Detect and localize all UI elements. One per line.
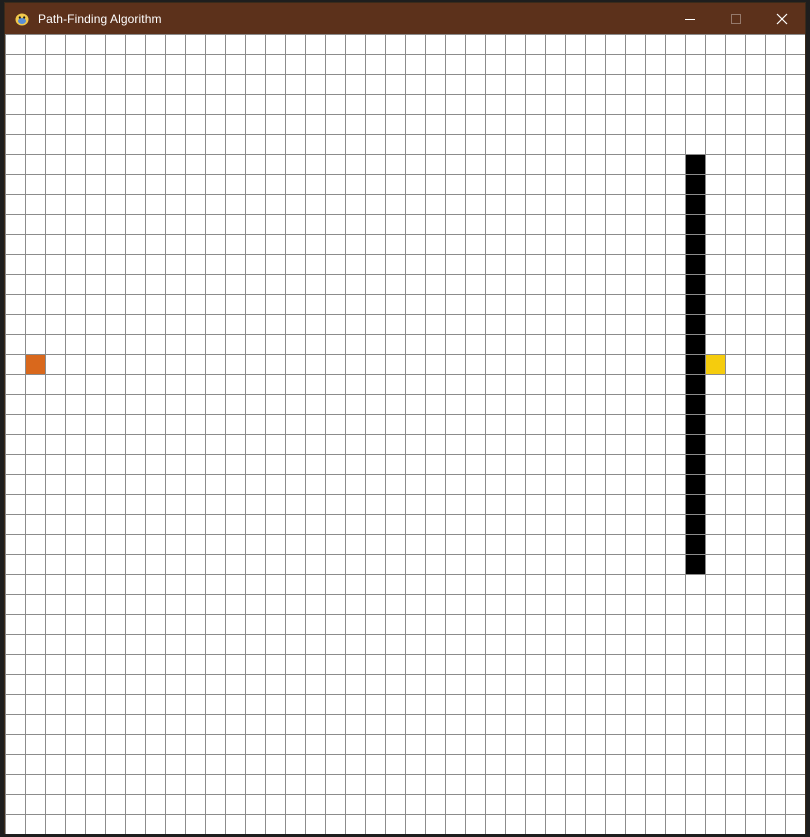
barrier-cell[interactable] [686,375,705,394]
barrier-cell[interactable] [686,255,705,274]
minimize-button[interactable] [667,3,713,34]
app-window: Path-Finding Algorithm [4,2,806,834]
window-title: Path-Finding Algorithm [38,11,162,26]
barrier-cell[interactable] [686,355,705,374]
barrier-cell[interactable] [686,395,705,414]
start-node[interactable] [26,355,45,374]
barrier-cell[interactable] [686,275,705,294]
barrier-cell[interactable] [686,235,705,254]
maximize-button[interactable] [713,3,759,34]
barrier-cell[interactable] [686,455,705,474]
minimize-icon [685,18,695,20]
barrier-cell[interactable] [686,555,705,574]
barrier-cell[interactable] [686,535,705,554]
barrier-cell[interactable] [686,175,705,194]
barrier-cell[interactable] [686,315,705,334]
barrier-cell[interactable] [686,435,705,454]
close-icon [776,13,788,24]
python-snake-icon [14,11,30,27]
barrier-cell[interactable] [686,495,705,514]
pathfinding-grid[interactable] [5,34,805,834]
barrier-cell[interactable] [686,475,705,494]
barrier-cell[interactable] [686,215,705,234]
barrier-cell[interactable] [686,515,705,534]
end-node[interactable] [706,355,725,374]
close-button[interactable] [759,3,805,34]
maximize-icon [731,13,741,24]
window-controls [667,3,805,34]
barrier-cell[interactable] [686,295,705,314]
barrier-cell[interactable] [686,155,705,174]
barrier-cell[interactable] [686,415,705,434]
barrier-cell[interactable] [686,195,705,214]
barrier-cell[interactable] [686,335,705,354]
title-bar[interactable]: Path-Finding Algorithm [5,3,805,34]
